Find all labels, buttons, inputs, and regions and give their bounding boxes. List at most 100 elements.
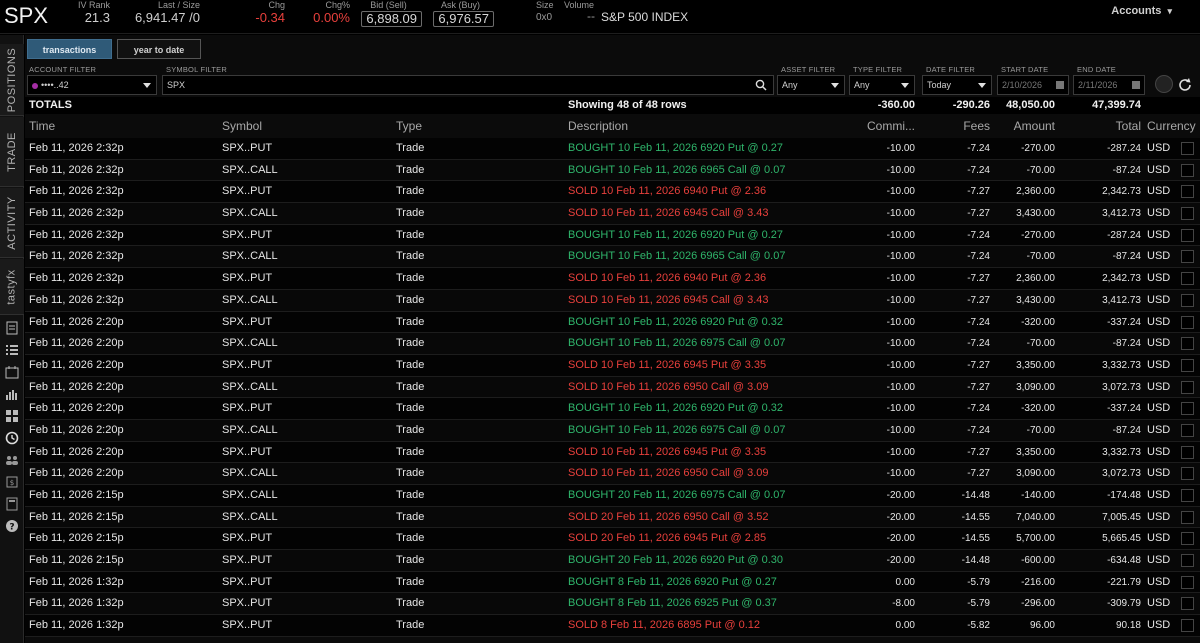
table-row[interactable]: Feb 11, 2026 2:20p SPX..CALL Trade BOUGHT 1… (25, 333, 1200, 355)
cell-time: Feb 11, 2026 1:32p (29, 597, 124, 610)
col-symbol[interactable]: Symbol (222, 117, 262, 138)
col-type[interactable]: Type (396, 117, 422, 138)
row-select-checkbox[interactable] (1181, 445, 1194, 459)
accounts-menu[interactable]: Accounts ▾ (1111, 5, 1172, 17)
row-select-checkbox[interactable] (1181, 619, 1194, 633)
symbol-filter-input[interactable] (162, 75, 774, 95)
col-amount[interactable]: Amount (1014, 117, 1055, 138)
table-row[interactable]: Feb 11, 2026 2:32p SPX..PUT Trade SOLD 10 F… (25, 268, 1200, 290)
calendar-icon[interactable] (5, 365, 19, 379)
cell-amount: 3,090.00 (1016, 468, 1055, 480)
ask-button[interactable]: 6,976.57 (433, 11, 494, 27)
row-select-checkbox[interactable] (1181, 467, 1194, 481)
col-time[interactable]: Time (29, 117, 55, 138)
export-csv-icon[interactable] (1155, 75, 1173, 93)
table-row[interactable]: Feb 11, 2026 1:32p SPX..PUT Trade BOUGHT 8 … (25, 571, 1200, 594)
row-select-checkbox[interactable] (1181, 185, 1194, 199)
watchlist-icon[interactable]: $ (5, 475, 19, 489)
date-filter-select[interactable]: Today (922, 75, 992, 95)
calculator-icon[interactable] (5, 497, 19, 511)
col-fees[interactable]: Fees (963, 117, 990, 138)
tab-tastyfx[interactable]: tastyfx (0, 259, 24, 315)
chevron-down-icon (831, 83, 839, 88)
row-select-checkbox[interactable] (1181, 293, 1194, 307)
cell-total: 2,342.73 (1102, 186, 1141, 198)
cell-description: BOUGHT 10 Feb 11, 2026 6920 Put @ 0.32 (568, 315, 783, 328)
tab-transactions[interactable]: transactions (27, 39, 112, 59)
row-select-checkbox[interactable] (1181, 489, 1194, 502)
table-row[interactable]: Feb 11, 2026 2:20p SPX..PUT Trade BOUGHT 10… (25, 398, 1200, 420)
chart-icon[interactable] (5, 387, 19, 401)
tab-activity[interactable]: ACTIVITY (0, 188, 24, 258)
table-row[interactable]: Feb 11, 2026 1:32p SPX..PUT Trade SOLD 8 Fe… (25, 615, 1200, 637)
row-select-checkbox[interactable] (1181, 163, 1194, 177)
tab-positions[interactable]: POSITIONS (0, 44, 24, 116)
table-row[interactable]: Feb 11, 2026 2:32p SPX..PUT Trade BOUGHT 10… (25, 138, 1200, 160)
symbol-title[interactable]: SPX (4, 3, 48, 29)
row-select-checkbox[interactable] (1181, 510, 1194, 524)
table-row[interactable]: Feb 11, 2026 2:20p SPX..CALL Trade SOLD 10 … (25, 463, 1200, 485)
table-row[interactable]: Feb 11, 2026 2:32p SPX..CALL Trade BOUGHT 1… (25, 159, 1200, 182)
people-icon[interactable] (5, 453, 19, 467)
row-select-checkbox[interactable] (1181, 380, 1194, 394)
table-row[interactable]: Feb 11, 2026 2:15p SPX..CALL Trade BOUGHT 2… (25, 485, 1200, 507)
row-select-checkbox[interactable] (1181, 142, 1194, 155)
search-icon[interactable] (755, 79, 767, 91)
col-commission[interactable]: Commi... (867, 117, 915, 138)
row-select-checkbox[interactable] (1181, 250, 1194, 264)
cell-total: 2,342.73 (1102, 273, 1141, 285)
account-filter-select[interactable]: ••••..42 (27, 75, 157, 95)
start-date-input[interactable]: 2/10/2026 (997, 75, 1069, 95)
list-icon[interactable] (5, 343, 19, 357)
table-row[interactable]: Feb 11, 2026 1:32p SPX..PUT Trade BOUGHT 8 … (25, 593, 1200, 616)
cell-total: 3,072.73 (1102, 468, 1141, 480)
row-select-checkbox[interactable] (1181, 423, 1194, 437)
row-select-checkbox[interactable] (1181, 315, 1194, 329)
table-row[interactable]: Feb 11, 2026 2:20p SPX..PUT Trade SOLD 10 F… (25, 441, 1200, 464)
table-row[interactable]: Feb 11, 2026 2:15p SPX..PUT Trade SOLD 20 F… (25, 528, 1200, 551)
table-row[interactable]: Feb 11, 2026 2:15p SPX..PUT Trade BOUGHT 20… (25, 550, 1200, 572)
table-row[interactable]: Feb 11, 2026 2:32p SPX..PUT Trade BOUGHT 10… (25, 224, 1200, 247)
cell-type: Trade (396, 142, 425, 154)
row-select-checkbox[interactable] (1181, 532, 1194, 546)
cell-commission: -10.00 (886, 424, 915, 436)
table-row[interactable]: Feb 11, 2026 2:32p SPX..CALL Trade BOUGHT 1… (25, 246, 1200, 269)
row-select-checkbox[interactable] (1181, 597, 1194, 611)
row-select-checkbox[interactable] (1181, 402, 1194, 416)
cell-total: -634.48 (1107, 555, 1141, 567)
table-row[interactable]: Feb 11, 2026 2:15p SPX..CALL Trade SOLD 20 … (25, 506, 1200, 529)
tab-year-to-date[interactable]: year to date (117, 39, 201, 59)
end-date-label: END DATE (1077, 65, 1116, 74)
col-currency[interactable]: Currency (1147, 117, 1196, 138)
table-row[interactable]: Feb 11, 2026 2:32p SPX..CALL Trade SOLD 10 … (25, 289, 1200, 312)
table-row[interactable]: Feb 11, 2026 2:20p SPX..PUT Trade SOLD 10 F… (25, 354, 1200, 377)
cell-total: -287.24 (1107, 229, 1141, 241)
row-select-checkbox[interactable] (1181, 272, 1194, 286)
document-icon[interactable] (5, 321, 19, 335)
row-select-checkbox[interactable] (1181, 575, 1194, 589)
type-filter-select[interactable]: Any (849, 75, 915, 95)
help-icon[interactable]: ? (5, 519, 19, 533)
tab-trade[interactable]: TRADE (0, 117, 24, 187)
row-select-checkbox[interactable] (1181, 337, 1194, 351)
table-row[interactable]: Feb 11, 2026 2:32p SPX..PUT Trade SOLD 10 F… (25, 181, 1200, 204)
table-row[interactable]: Feb 11, 2026 2:20p SPX..CALL Trade BOUGHT 1… (25, 419, 1200, 442)
end-date-input[interactable]: 2/11/2026 (1073, 75, 1145, 95)
col-total[interactable]: Total (1116, 117, 1141, 138)
table-row[interactable]: Feb 11, 2026 2:20p SPX..PUT Trade BOUGHT 10… (25, 311, 1200, 334)
asset-filter-select[interactable]: Any (777, 75, 845, 95)
row-select-checkbox[interactable] (1181, 554, 1194, 568)
change: Chg -0.34 (245, 0, 285, 26)
row-select-checkbox[interactable] (1181, 207, 1194, 221)
refresh-icon[interactable] (1177, 77, 1193, 93)
bid-button[interactable]: 6,898.09 (361, 11, 422, 27)
history-icon[interactable] (5, 431, 19, 445)
grid-icon[interactable] (5, 409, 19, 423)
table-row[interactable]: Feb 11, 2026 2:20p SPX..CALL Trade SOLD 10 … (25, 376, 1200, 399)
row-select-checkbox[interactable] (1181, 358, 1194, 372)
table-row[interactable]: Feb 11, 2026 2:32p SPX..CALL Trade SOLD 10 … (25, 203, 1200, 225)
cell-fees: -14.48 (961, 555, 990, 567)
col-description[interactable]: Description (568, 117, 628, 138)
cell-amount: 3,090.00 (1016, 381, 1055, 393)
row-select-checkbox[interactable] (1181, 228, 1194, 242)
